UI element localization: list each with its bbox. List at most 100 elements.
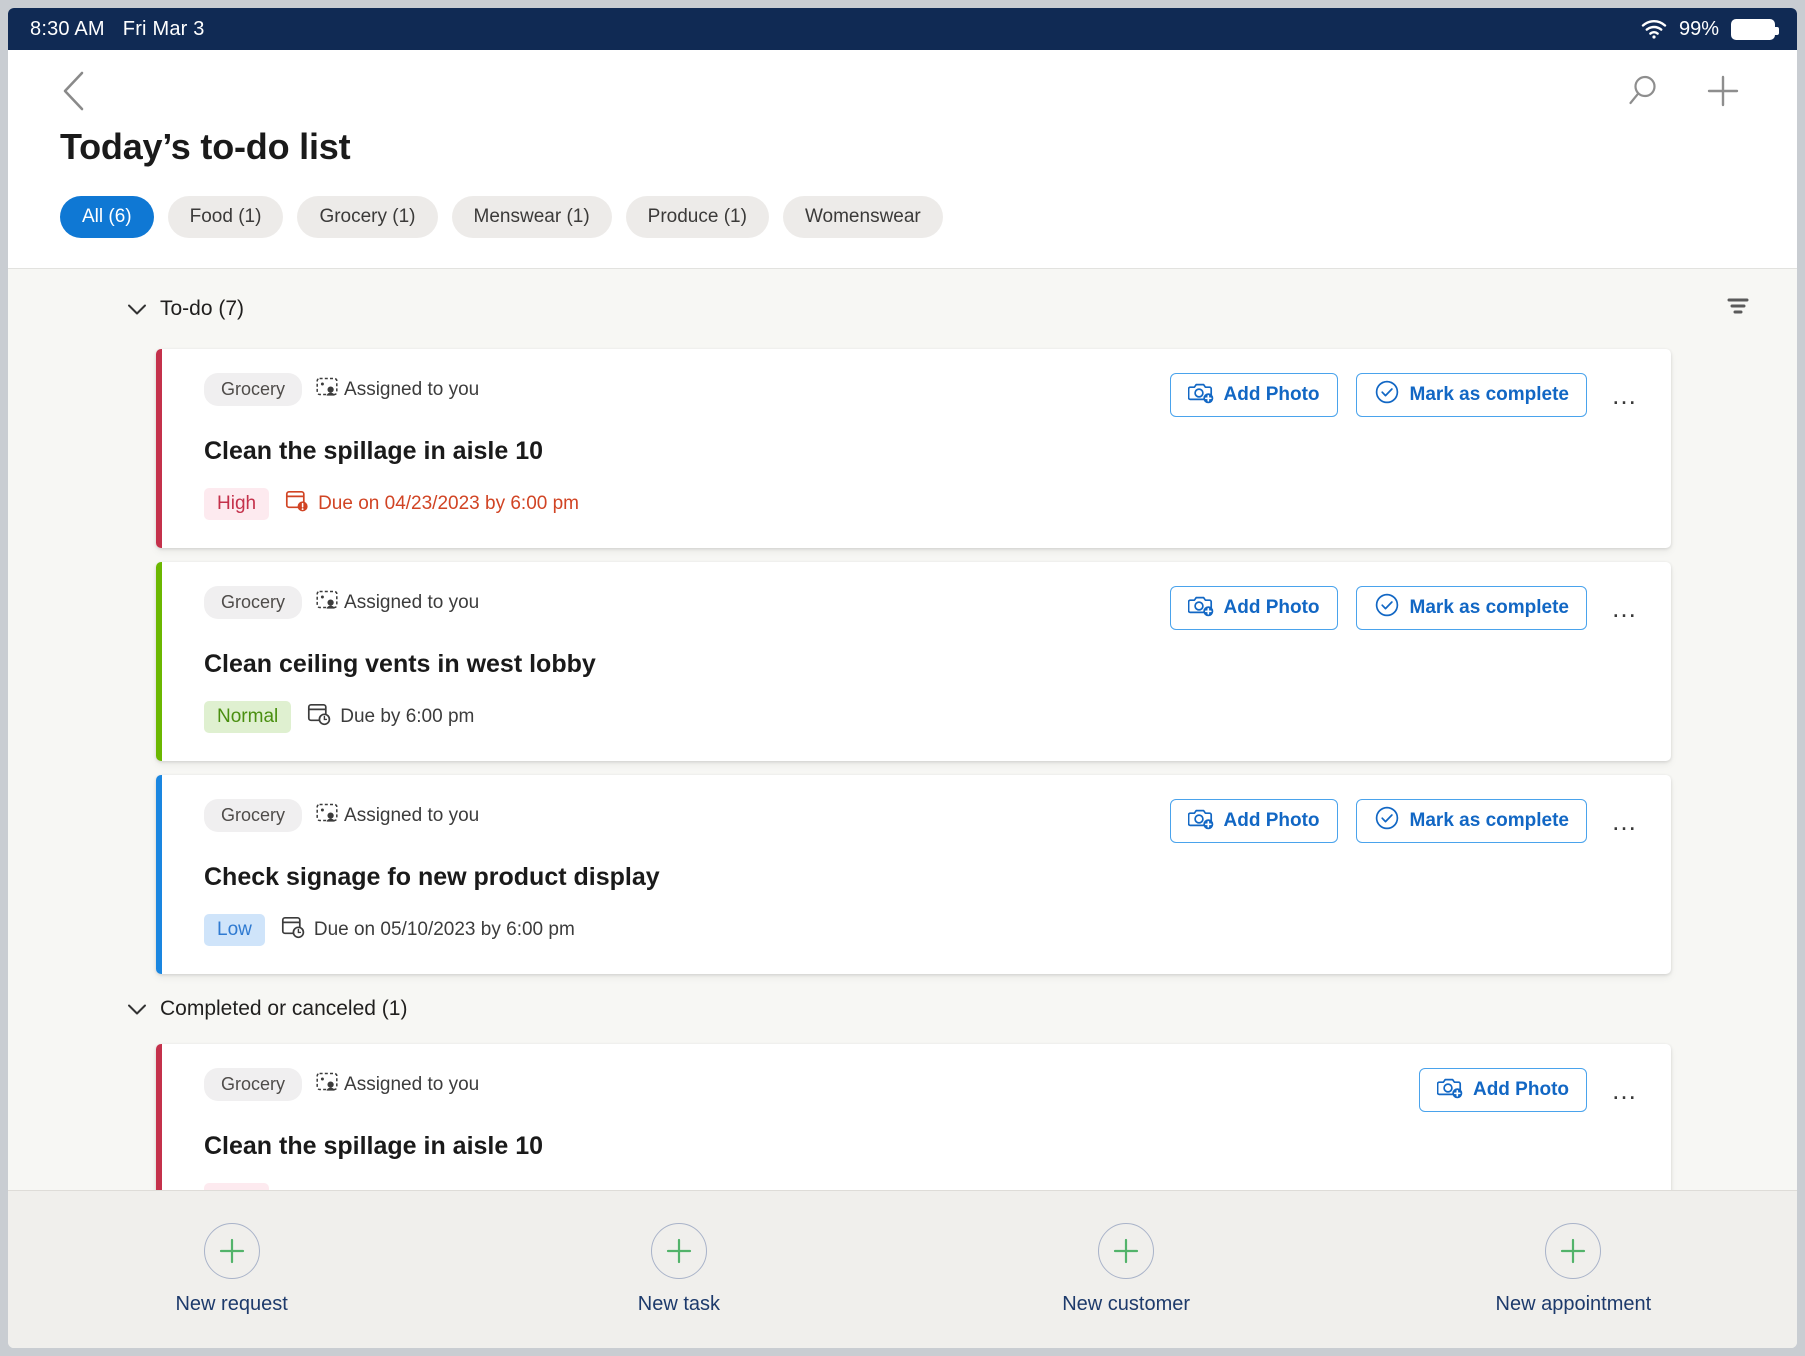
- assignment-label: Assigned to you: [344, 378, 480, 400]
- assigned-person-icon: [316, 376, 338, 404]
- bottom-action-label: New request: [175, 1293, 288, 1315]
- add-photo-button[interactable]: Add Photo: [1418, 1068, 1587, 1112]
- filter-chip-grocery-1[interactable]: Grocery (1): [297, 196, 438, 238]
- status-bar: 8:30 AM Fri Mar 3 99%: [8, 8, 1797, 50]
- button-label: Mark as complete: [1409, 810, 1569, 831]
- calendar-alert-icon: [286, 490, 308, 512]
- add-photo-button[interactable]: Add Photo: [1169, 586, 1338, 630]
- filter-chip-womenswear[interactable]: Womenswear: [782, 196, 943, 238]
- task-card[interactable]: Grocery Assigned to you Add Photo Mark a…: [156, 349, 1671, 548]
- plus-circle-icon: [203, 1223, 260, 1279]
- priority-accent-bar: [156, 1044, 162, 1190]
- task-title: Clean ceiling vents in west lobby: [204, 650, 596, 678]
- filter-chip-all-6[interactable]: All (6): [60, 196, 154, 238]
- battery-full-icon: [1731, 18, 1779, 40]
- task-status-row: Normal Due by 6:00 pm: [204, 701, 1645, 733]
- category-tag: Grocery: [204, 586, 303, 619]
- task-card-actions: Add Photo Mark as complete …: [1169, 586, 1646, 630]
- task-card[interactable]: Grocery Assigned to you Add Photo Mark a…: [156, 775, 1671, 974]
- camera-add-icon: [1187, 593, 1214, 623]
- assignment-info: Assigned to you: [316, 1071, 479, 1099]
- section-header: To-do (7): [8, 269, 1797, 335]
- camera-add-icon: [1187, 809, 1213, 830]
- filter-chip-menswear-1[interactable]: Menswear (1): [451, 196, 612, 238]
- bottom-action-label: New customer: [1062, 1293, 1191, 1315]
- task-card-actions: Add Photo …: [1418, 1068, 1645, 1112]
- add-button[interactable]: [1701, 69, 1745, 113]
- due-date-label: Due on 04/23/2023 by 6:00 pm: [318, 493, 579, 514]
- more-options-icon[interactable]: …: [1605, 808, 1645, 834]
- section-header: Completed or canceled (1): [8, 974, 1797, 1030]
- add-photo-button[interactable]: Add Photo: [1169, 373, 1338, 417]
- task-meta: Grocery Assigned to you: [204, 586, 479, 619]
- bottom-action-new-request[interactable]: New request: [8, 1223, 455, 1316]
- mark-as-complete-button[interactable]: Mark as complete: [1355, 373, 1587, 417]
- assigned-person-icon: [316, 590, 338, 609]
- plus-circle-icon: [1098, 1223, 1155, 1279]
- button-label: Add Photo: [1472, 1079, 1569, 1100]
- assigned-person-icon: [316, 1071, 338, 1099]
- add-photo-button[interactable]: Add Photo: [1169, 799, 1338, 843]
- assignment-label: Assigned to you: [344, 1073, 480, 1095]
- back-button[interactable]: [52, 68, 98, 114]
- bottom-action-new-customer[interactable]: New customer: [903, 1223, 1350, 1316]
- bottom-action-new-appointment[interactable]: New appointment: [1350, 1223, 1797, 1316]
- priority-badge: High: [204, 1183, 270, 1190]
- camera-add-icon: [1187, 596, 1213, 617]
- bottom-action-new-task[interactable]: New task: [455, 1223, 902, 1316]
- task-status-row: High: [204, 1183, 1645, 1190]
- filter-chip-label: Food (1): [189, 206, 262, 227]
- list-filter-button[interactable]: [1723, 291, 1753, 327]
- category-tag: Grocery: [204, 373, 303, 406]
- category-filter-chips: All (6) Food (1) Grocery (1) Menswear (1) Pr…: [8, 168, 1797, 268]
- more-options-icon[interactable]: …: [1605, 595, 1645, 621]
- due-date: Due by 6:00 pm: [307, 702, 474, 732]
- page-title: Today’s to-do list: [60, 126, 351, 167]
- plus-circle-icon: [666, 1238, 691, 1264]
- assignment-info: Assigned to you: [316, 802, 479, 830]
- button-label: Mark as complete: [1409, 597, 1569, 618]
- plus-circle-icon: [1545, 1223, 1602, 1279]
- status-bar-date: Fri Mar 3: [122, 17, 205, 40]
- assignment-info: Assigned to you: [316, 376, 479, 404]
- filter-chip-produce-1[interactable]: Produce (1): [625, 196, 769, 238]
- section-collapse-toggle[interactable]: [124, 996, 150, 1022]
- chevron-down-icon: [128, 1004, 146, 1015]
- task-card[interactable]: Grocery Assigned to you Add Photo … Clea…: [156, 1044, 1671, 1190]
- priority-badge: Normal: [204, 701, 292, 733]
- calendar-clock-icon: [307, 702, 331, 732]
- header-top-row: [8, 50, 1797, 112]
- search-button[interactable]: [1621, 69, 1665, 113]
- more-options-icon[interactable]: …: [1605, 1077, 1645, 1103]
- assigned-person-icon: [316, 803, 338, 822]
- plus-circle-icon: [650, 1223, 707, 1279]
- category-tag: Grocery: [204, 1068, 303, 1101]
- filter-chip-label: Grocery (1): [319, 206, 416, 227]
- check-circle-icon: [1375, 380, 1398, 404]
- task-card[interactable]: Grocery Assigned to you Add Photo Mark a…: [156, 562, 1671, 761]
- priority-accent-bar: [156, 562, 162, 761]
- task-meta: Grocery Assigned to you: [204, 1068, 479, 1101]
- mark-as-complete-button[interactable]: Mark as complete: [1355, 799, 1587, 843]
- chevron-down-icon: [128, 304, 146, 315]
- check-circle-icon: [1374, 805, 1400, 837]
- section-title: Completed or canceled (1): [160, 997, 408, 1020]
- status-bar-time: 8:30 AM: [30, 17, 105, 40]
- mark-as-complete-button[interactable]: Mark as complete: [1355, 586, 1587, 630]
- task-list-content[interactable]: To-do (7) Grocery Assigned to you Add Ph…: [8, 269, 1797, 1190]
- calendar-clock-icon: [308, 703, 331, 726]
- task-status-row: High Due on 04/23/2023 by 6:00 pm: [204, 488, 1645, 520]
- more-options-icon[interactable]: …: [1605, 382, 1645, 408]
- assigned-person-icon: [316, 589, 338, 617]
- status-bar-right: 99%: [1641, 18, 1779, 41]
- check-circle-icon: [1374, 592, 1400, 624]
- check-circle-icon: [1375, 806, 1398, 830]
- chevron-left-icon: [63, 71, 84, 111]
- filter-chip-label: Womenswear: [804, 206, 921, 227]
- filter-chip-food-1[interactable]: Food (1): [167, 196, 284, 238]
- section-collapse-toggle[interactable]: [124, 296, 150, 322]
- filter-chip-label: Produce (1): [647, 206, 747, 227]
- task-card-actions: Add Photo Mark as complete …: [1169, 799, 1646, 843]
- app-header: Today’s to-do list All (6) Food (1) Grocer…: [8, 50, 1797, 269]
- bottom-action-bar: New request New task New customer New ap…: [8, 1190, 1797, 1348]
